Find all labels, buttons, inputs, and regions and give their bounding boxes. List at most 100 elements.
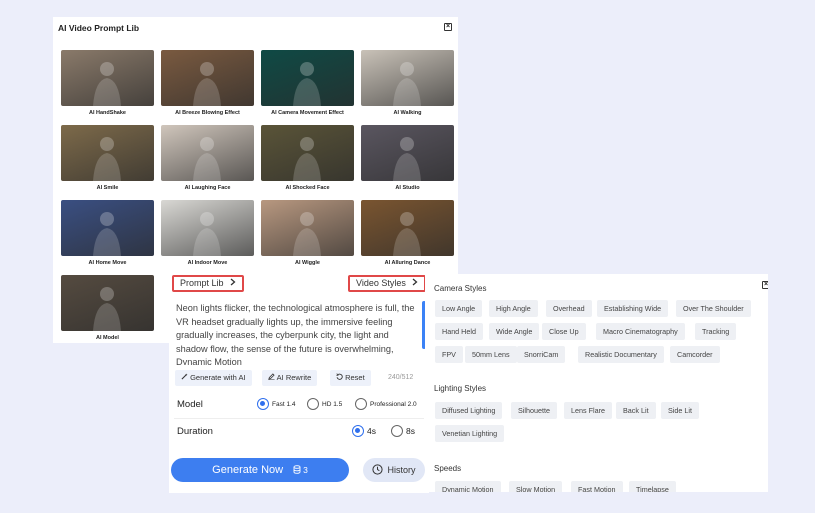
lighting-styles-title: Lighting Styles <box>434 384 487 393</box>
prompt-lib-tile[interactable]: AI HandShake <box>61 50 154 116</box>
duration-label: Duration <box>177 426 213 437</box>
style-chip-speeds[interactable]: Fast Motion <box>571 481 623 492</box>
radio-selected-icon <box>352 425 364 437</box>
prompt-lib-tile[interactable]: AI Camera Movement Effect <box>261 50 354 116</box>
photo-wiggle-icon <box>261 200 354 256</box>
photo-couple-icon <box>61 50 154 106</box>
model-option-label: HD 1.5 <box>322 400 343 408</box>
prompt-lib-tile-label: AI Home Move <box>88 260 127 266</box>
prompt-editor: Prompt Lib Video Styles Neon lights flic… <box>169 271 429 493</box>
duration-option-8s[interactable]: 8s <box>391 425 415 437</box>
style-chip-camera[interactable]: Establishing Wide <box>597 300 669 317</box>
ai-rewrite-label: AI Rewrite <box>276 373 312 382</box>
video-styles-button-label: Video Styles <box>356 278 406 288</box>
style-chip-camera[interactable]: Realistic Documentary <box>578 346 664 363</box>
prompt-lib-close-icon[interactable]: × <box>444 23 452 31</box>
prompt-lib-tile[interactable]: AI Model <box>61 275 154 341</box>
prompt-lib-tile-label: AI Indoor Move <box>187 260 228 266</box>
prompt-lib-tile[interactable]: AI Breeze Blowing Effect <box>161 50 254 116</box>
history-button[interactable]: History <box>363 458 425 482</box>
photo-kitchen-icon <box>161 200 254 256</box>
style-chip-camera[interactable]: FPV <box>435 346 463 363</box>
model-option-label: Professional 2.0 <box>370 400 417 408</box>
photo-dress-icon <box>261 50 354 106</box>
prompt-lib-button-label: Prompt Lib <box>180 278 224 288</box>
style-chip-camera[interactable]: 50mm Lens <box>465 346 517 363</box>
chevron-right-icon <box>412 277 418 290</box>
speeds-title: Speeds <box>434 464 462 473</box>
prompt-lib-tile[interactable]: AI Studio <box>361 125 454 191</box>
radio-selected-icon <box>257 398 269 410</box>
model-option-professional[interactable]: Professional 2.0 <box>355 398 417 410</box>
generate-now-label: Generate Now <box>212 464 284 476</box>
model-option-fast[interactable]: Fast 1.4 <box>257 398 295 410</box>
style-chip-camera[interactable]: Tracking <box>695 323 737 340</box>
prompt-textarea[interactable]: Neon lights flicker, the technological a… <box>176 302 419 365</box>
coin-stack-icon <box>293 464 301 476</box>
style-chip-camera[interactable]: Close Up <box>542 323 586 340</box>
clock-icon <box>372 463 384 477</box>
style-chip-camera[interactable]: Wide Angle <box>489 323 540 340</box>
reset-button[interactable]: Reset <box>330 370 371 386</box>
prompt-lib-tile[interactable]: AI Laughing Face <box>161 125 254 191</box>
model-option-hd[interactable]: HD 1.5 <box>307 398 342 410</box>
duration-option-4s[interactable]: 4s <box>352 425 376 437</box>
style-chip-lighting[interactable]: Venetian Lighting <box>435 425 505 442</box>
prompt-lib-tile[interactable]: AI Alluring Dance <box>361 200 454 266</box>
style-chip-camera[interactable]: Overhead <box>546 300 592 317</box>
prompt-lib-button[interactable]: Prompt Lib <box>172 275 245 292</box>
wand-icon <box>181 373 190 382</box>
style-chip-camera[interactable]: Macro Cinematography <box>596 323 685 340</box>
radio-icon <box>307 398 319 410</box>
prompt-lib-tile[interactable]: AI Wiggle <box>261 200 354 266</box>
prompt-lib-tile[interactable]: AI Walking <box>361 50 454 116</box>
chevron-right-icon <box>230 277 236 290</box>
style-chip-camera[interactable]: High Angle <box>489 300 538 317</box>
photo-model-icon <box>61 275 154 331</box>
prompt-lib-tile[interactable]: AI Shocked Face <box>261 125 354 191</box>
photo-shocked-icon <box>261 125 354 181</box>
duration-option-label: 4s <box>367 426 376 436</box>
photo-walking-icon <box>361 50 454 106</box>
style-chip-camera[interactable]: SnorriCam <box>517 346 566 363</box>
reset-icon <box>336 373 345 382</box>
char-counter: 240/512 <box>388 374 414 381</box>
style-chip-lighting[interactable]: Side Lit <box>661 402 699 419</box>
video-styles-panel: × Camera Styles Lighting Styles Speeds L… <box>425 274 768 492</box>
radio-icon <box>355 398 367 410</box>
prompt-lib-tile[interactable]: AI Home Move <box>61 200 154 266</box>
generate-with-ai-label: Generate with AI <box>190 373 246 382</box>
style-chip-camera[interactable]: Over The Shoulder <box>676 300 751 317</box>
ai-rewrite-button[interactable]: AI Rewrite <box>262 370 318 386</box>
model-option-label: Fast 1.4 <box>272 400 296 408</box>
prompt-lib-tile-label: AI Shocked Face <box>285 185 330 191</box>
photo-portrait-icon <box>161 50 254 106</box>
prompt-lib-tile[interactable]: AI Indoor Move <box>161 200 254 266</box>
style-chip-camera[interactable]: Low Angle <box>435 300 483 317</box>
style-chip-camera[interactable]: Hand Held <box>435 323 483 340</box>
style-chip-speeds[interactable]: Timelapse <box>629 481 676 492</box>
style-chip-camera[interactable]: Camcorder <box>670 346 720 363</box>
style-chip-lighting[interactable]: Back Lit <box>616 402 656 419</box>
generate-with-ai-button[interactable]: Generate with AI <box>175 370 252 386</box>
generate-now-button[interactable]: Generate Now 3 <box>171 458 349 482</box>
style-chip-lighting[interactable]: Diffused Lighting <box>435 402 503 419</box>
style-chip-lighting[interactable]: Lens Flare <box>564 402 612 419</box>
credits-count: 3 <box>303 465 308 475</box>
style-chip-lighting[interactable]: Silhouette <box>511 402 557 419</box>
prompt-lib-tile[interactable]: AI Smile <box>61 125 154 191</box>
video-styles-close-icon[interactable]: × <box>762 281 768 289</box>
prompt-lib-title: AI Video Prompt Lib <box>58 23 140 33</box>
reset-label: Reset <box>345 373 365 382</box>
style-chip-speeds[interactable]: Slow Motion <box>509 481 563 492</box>
duration-option-label: 8s <box>406 426 415 436</box>
style-chip-speeds[interactable]: Dynamic Motion <box>435 481 501 492</box>
video-styles-button[interactable]: Video Styles <box>348 275 427 292</box>
credits-badge: 3 <box>293 464 308 476</box>
divider <box>174 418 424 419</box>
prompt-lib-tile-label: AI Laughing Face <box>184 185 231 191</box>
prompt-lib-tile-label: AI HandShake <box>89 110 126 116</box>
camera-styles-title: Camera Styles <box>434 284 487 293</box>
prompt-lib-tile-label: AI Studio <box>395 185 420 191</box>
photo-laughing-icon <box>161 125 254 181</box>
